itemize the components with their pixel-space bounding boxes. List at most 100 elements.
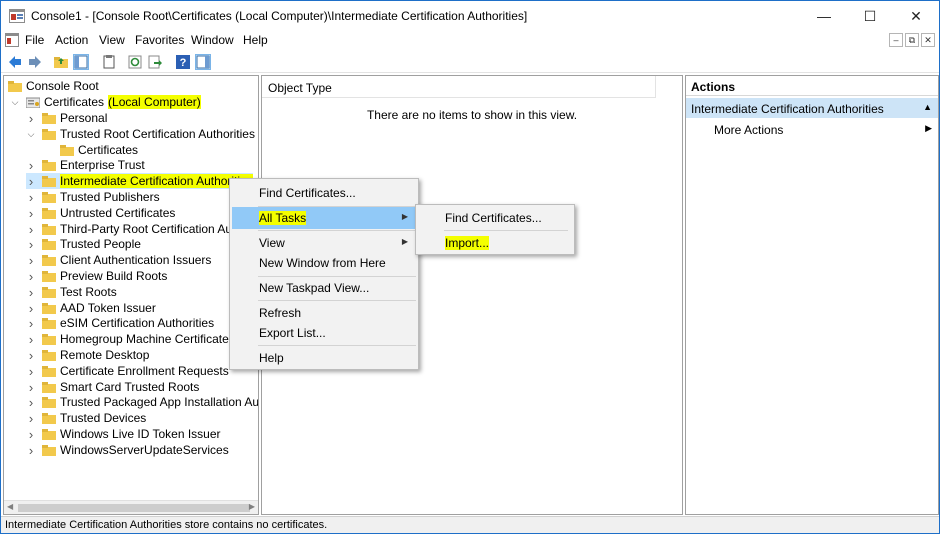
- chevron-right-icon[interactable]: ›: [26, 222, 36, 237]
- tree-item[interactable]: › eSIM Certification Authorities: [26, 315, 214, 331]
- window-title: Console1 - [Console Root\Certificates (L…: [31, 9, 528, 23]
- minimize-button[interactable]: —: [801, 1, 847, 31]
- ctx-refresh[interactable]: Refresh: [232, 302, 416, 324]
- forward-icon[interactable]: [27, 54, 43, 70]
- chevron-right-icon[interactable]: ›: [26, 301, 36, 316]
- up-folder-icon[interactable]: [53, 54, 69, 70]
- tree-console-root[interactable]: Console Root: [8, 78, 99, 94]
- show-hide-tree-icon[interactable]: [73, 54, 89, 70]
- help-icon[interactable]: ?: [175, 54, 191, 70]
- menu-action[interactable]: Action: [55, 33, 88, 47]
- tree-item[interactable]: › AAD Token Issuer: [26, 300, 156, 316]
- tree-item[interactable]: › Trusted Devices: [26, 410, 146, 426]
- chevron-right-icon[interactable]: ›: [26, 348, 36, 363]
- ctx-view[interactable]: View ▶: [232, 232, 416, 254]
- ctx-new-taskpad-view[interactable]: New Taskpad View...: [232, 277, 416, 299]
- more-actions-link[interactable]: More Actions: [714, 123, 783, 137]
- tree-item[interactable]: › Trusted Publishers: [26, 189, 160, 205]
- tree-item[interactable]: › Windows Live ID Token Issuer: [26, 426, 221, 442]
- chevron-down-icon[interactable]: ⌵: [10, 97, 20, 107]
- tree-item[interactable]: › Enterprise Trust: [26, 157, 145, 173]
- chevron-right-icon[interactable]: ›: [26, 111, 36, 126]
- folder-icon: [8, 80, 22, 92]
- folder-icon: [42, 365, 56, 377]
- folder-icon: [42, 159, 56, 171]
- show-hide-action-pane-icon[interactable]: [195, 54, 211, 70]
- tree-item[interactable]: › Test Roots: [26, 284, 117, 300]
- maximize-button[interactable]: ☐: [847, 1, 893, 31]
- tree-item[interactable]: › WindowsServerUpdateServices: [26, 442, 229, 458]
- export-icon[interactable]: [147, 54, 163, 70]
- menu-window[interactable]: Window: [191, 33, 234, 47]
- console-tree[interactable]: Console Root ⌵ Certificates (Local Compu…: [3, 75, 259, 515]
- status-bar: Intermediate Certification Authorities s…: [1, 516, 939, 533]
- chevron-right-icon[interactable]: ›: [26, 190, 36, 205]
- ctx-all-tasks[interactable]: All Tasks ▶: [232, 207, 416, 229]
- tree-item-label: Trusted Devices: [60, 411, 147, 425]
- tree-item[interactable]: Certificates: [60, 142, 138, 158]
- tree-item[interactable]: › Smart Card Trusted Roots: [26, 379, 200, 395]
- chevron-right-icon[interactable]: ›: [26, 253, 36, 268]
- tree-item[interactable]: › Untrusted Certificates: [26, 205, 176, 221]
- ctx-new-window[interactable]: New Window from Here: [232, 252, 416, 274]
- menu-help[interactable]: Help: [243, 33, 268, 47]
- back-icon[interactable]: [7, 54, 23, 70]
- chevron-right-icon[interactable]: ›: [26, 174, 36, 189]
- refresh-icon[interactable]: [127, 54, 143, 70]
- scroll-left-icon[interactable]: ◀: [7, 502, 13, 511]
- menu-view[interactable]: View: [99, 33, 125, 47]
- chevron-down-icon[interactable]: ⌵: [26, 129, 36, 139]
- tree-item[interactable]: › Trusted People: [26, 236, 141, 252]
- folder-icon: [42, 381, 56, 393]
- empty-list-message: There are no items to show in this view.: [366, 108, 578, 122]
- scrollbar-thumb[interactable]: [18, 504, 250, 512]
- chevron-right-icon[interactable]: ›: [26, 380, 36, 395]
- sub-import[interactable]: Import...: [418, 232, 572, 254]
- chevron-right-icon[interactable]: ›: [26, 332, 36, 347]
- tree-horizontal-scrollbar[interactable]: ◀ ▶: [4, 500, 258, 514]
- menu-favorites[interactable]: Favorites: [135, 33, 184, 47]
- properties-icon[interactable]: [101, 54, 117, 70]
- sub-find-certificates[interactable]: Find Certificates...: [418, 207, 572, 229]
- tree-item[interactable]: › Remote Desktop: [26, 347, 150, 363]
- chevron-right-icon[interactable]: ›: [26, 443, 36, 458]
- tree-item[interactable]: › Personal: [26, 110, 108, 126]
- tree-item[interactable]: › Third-Party Root Certification Authorit…: [26, 221, 258, 237]
- actions-section-header[interactable]: Intermediate Certification Authorities ▲: [686, 98, 938, 118]
- tree-certificates-local[interactable]: ⌵ Certificates (Local Computer): [10, 94, 201, 110]
- console-menu-icon[interactable]: [5, 33, 19, 47]
- chevron-right-icon[interactable]: ›: [26, 364, 36, 379]
- tree-item[interactable]: › Trusted Packaged App Installation Autho…: [26, 394, 258, 410]
- scroll-right-icon[interactable]: ▶: [249, 502, 255, 511]
- tree-item[interactable]: › Intermediate Certification Authorities: [26, 173, 253, 189]
- chevron-right-icon[interactable]: ›: [26, 316, 36, 331]
- mdi-close-button[interactable]: ✕: [921, 33, 935, 47]
- tree-item-label: Enterprise Trust: [60, 158, 145, 172]
- chevron-right-icon[interactable]: ›: [26, 158, 36, 173]
- ctx-export-list[interactable]: Export List...: [232, 322, 416, 344]
- tree-item[interactable]: › Client Authentication Issuers: [26, 252, 212, 268]
- menu-file[interactable]: File: [25, 33, 44, 47]
- chevron-right-icon[interactable]: ›: [26, 427, 36, 442]
- tree-item[interactable]: › Preview Build Roots: [26, 268, 168, 284]
- chevron-right-icon[interactable]: ›: [26, 206, 36, 221]
- tree-item[interactable]: › Certificate Enrollment Requests: [26, 363, 229, 379]
- close-button[interactable]: ✕: [893, 1, 939, 31]
- tree-item-label: Certificates: [78, 143, 139, 157]
- submenu-arrow-icon[interactable]: ▶: [925, 123, 932, 134]
- ctx-find-certificates[interactable]: Find Certificates...: [232, 182, 416, 204]
- tree-item[interactable]: › Homegroup Machine Certificates: [26, 331, 235, 347]
- chevron-right-icon[interactable]: ›: [26, 411, 36, 426]
- chevron-right-icon[interactable]: ›: [26, 285, 36, 300]
- chevron-right-icon[interactable]: ›: [26, 395, 36, 410]
- tree-item[interactable]: ⌵ Trusted Root Certification Authorities: [26, 126, 255, 142]
- chevron-right-icon[interactable]: ›: [26, 237, 36, 252]
- mdi-minimize-button[interactable]: –: [889, 33, 903, 47]
- chevron-right-icon[interactable]: ›: [26, 269, 36, 284]
- collapse-up-icon[interactable]: ▲: [923, 102, 932, 112]
- mdi-restore-button[interactable]: ⧉: [905, 33, 919, 47]
- actions-section-label: Intermediate Certification Authorities: [691, 102, 884, 116]
- ctx-view-label: View: [259, 236, 285, 250]
- ctx-help[interactable]: Help: [232, 347, 416, 369]
- column-header-object-type[interactable]: Object Type: [262, 76, 656, 98]
